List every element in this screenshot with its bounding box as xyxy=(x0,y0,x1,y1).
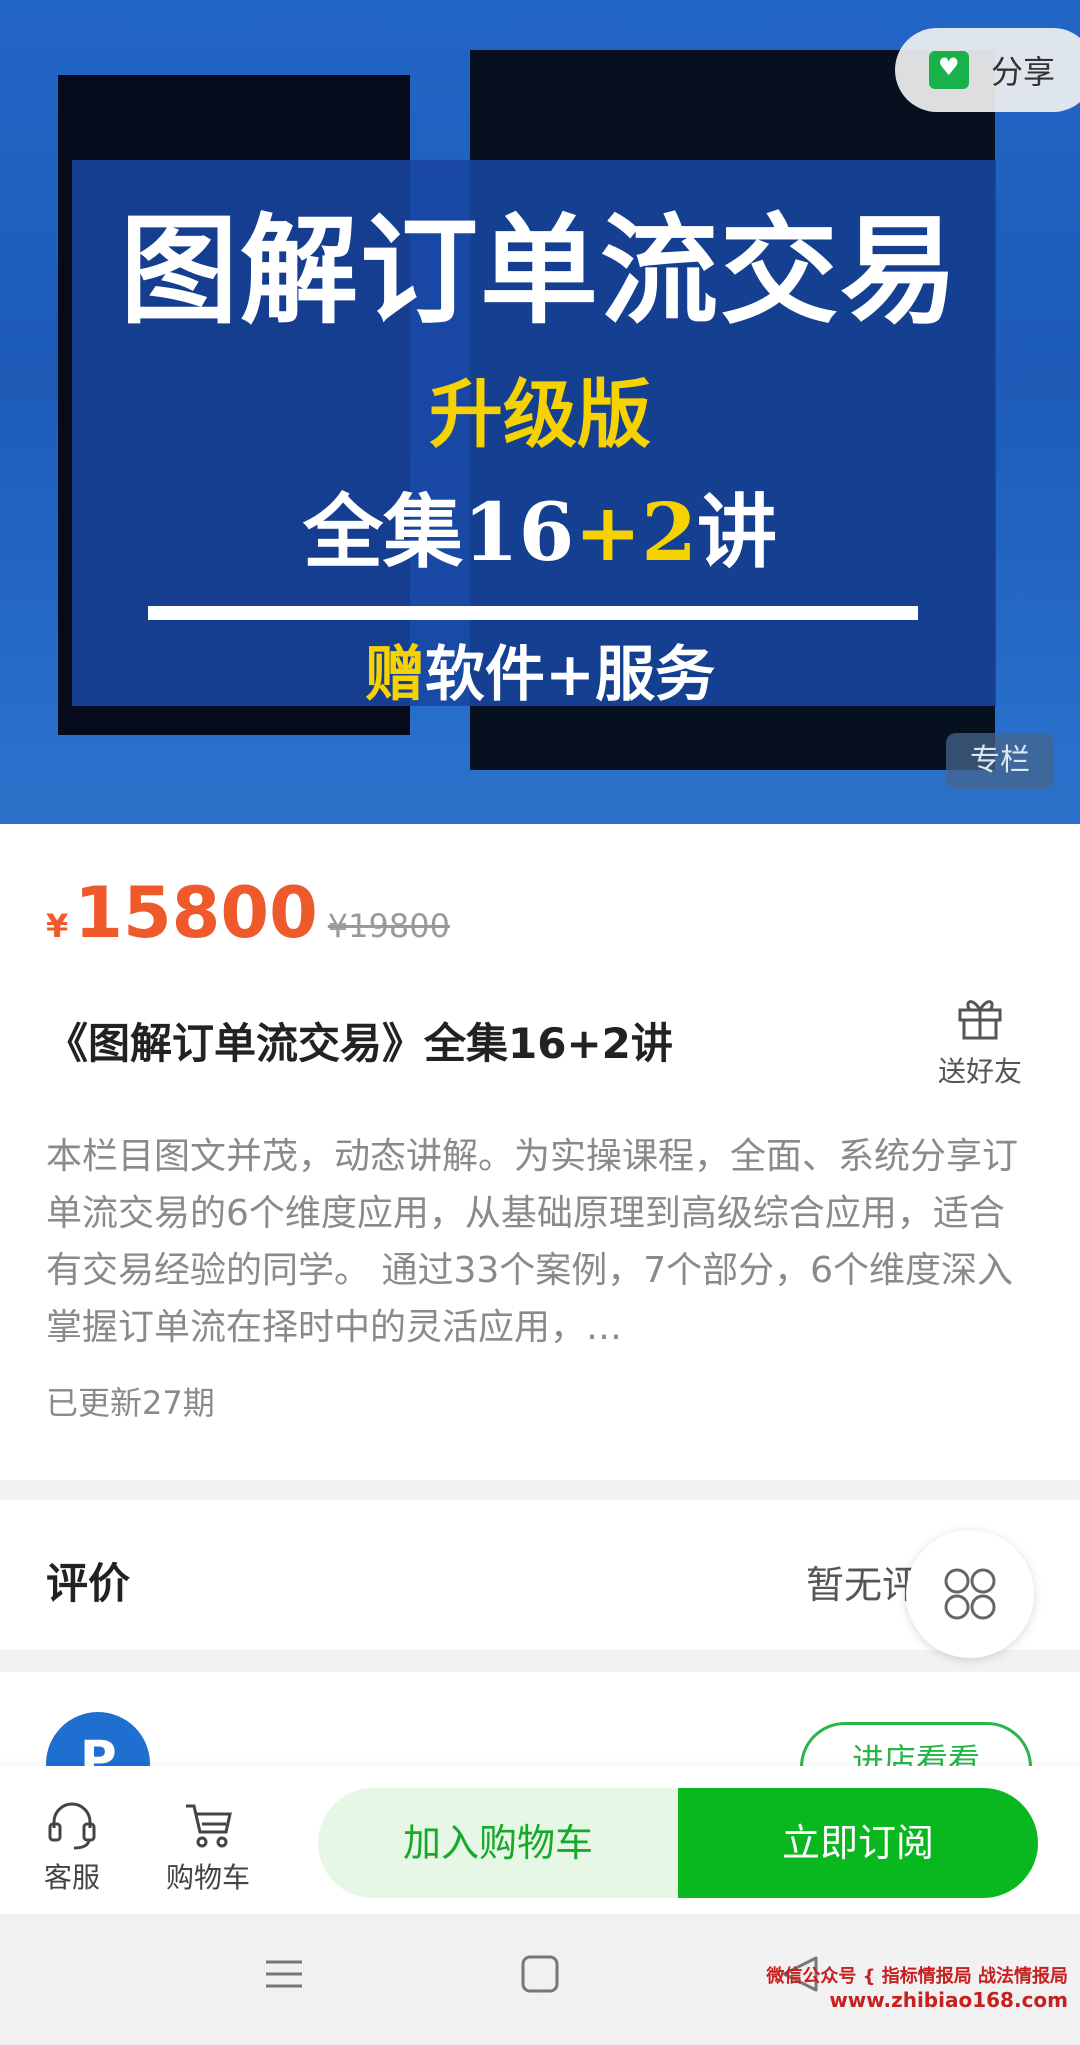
add-to-cart-button[interactable]: 加入购物车 xyxy=(318,1788,678,1898)
current-price: 15800 xyxy=(74,872,318,954)
grid-menu-icon xyxy=(944,1568,996,1620)
banner-episodes-prefix: 全集16 xyxy=(302,485,575,579)
share-label: 分享 xyxy=(991,53,1056,91)
banner-episodes-num: 2 xyxy=(641,485,698,579)
customer-service-label: 客服 xyxy=(43,1861,100,1894)
headset-icon xyxy=(48,1802,96,1850)
share-button[interactable]: 分享 xyxy=(895,28,1080,112)
watermark-line2: www.zhibiao168.com xyxy=(829,1988,1068,2012)
banner-bonus-rest: 软件+服务 xyxy=(424,640,716,710)
banner-title: 图解订单流交易 xyxy=(119,201,960,340)
wechat-heart-icon xyxy=(929,51,969,89)
banner-bottom-strip xyxy=(0,770,1080,824)
banner-episodes: 全集16+2讲 xyxy=(0,468,1080,584)
floating-menu-button[interactable] xyxy=(906,1530,1034,1658)
customer-service-button[interactable]: 客服 xyxy=(22,1796,122,1896)
bottom-action-bar: 客服 购物车 加入购物车 立即订阅 xyxy=(0,1766,1080,1914)
watermark-line1: 微信公众号 { 指标情报局 战法情报局 xyxy=(766,1966,1068,1987)
original-price: ¥19800 xyxy=(327,907,450,945)
banner-subtitle: 升级版 xyxy=(0,355,1080,462)
update-count: 已更新27期 xyxy=(46,1384,215,1422)
column-tag-badge: 专栏 xyxy=(946,733,1054,789)
gift-label: 送好友 xyxy=(937,1055,1022,1088)
course-description: 本栏目图文并茂，动态讲解。为实操课程，全面、系统分享订单流交易的6个维度应用，从… xyxy=(46,1136,1019,1348)
home-nav-icon[interactable] xyxy=(518,1952,562,1996)
banner-bonus-gift: 赠 xyxy=(364,640,425,710)
course-banner: 图解订单流交易 升级版 全集16+2讲 赠软件+服务 xyxy=(0,0,1080,824)
subscribe-now-button[interactable]: 立即订阅 xyxy=(678,1788,1038,1898)
banner-upgrade-text: 升级版 xyxy=(429,372,651,458)
shopping-cart-button[interactable]: 购物车 xyxy=(158,1796,258,1896)
gift-to-friend-button[interactable]: 送好友 xyxy=(930,990,1030,1090)
cart-icon xyxy=(186,1804,232,1848)
shopping-cart-label: 购物车 xyxy=(165,1861,250,1894)
banner-episodes-suffix: 讲 xyxy=(697,485,778,579)
banner-bonus: 赠软件+服务 xyxy=(0,626,1080,713)
page: 图解订单流交易 升级版 全集16+2讲 赠软件+服务 分享 专栏 ¥ 15800… xyxy=(0,0,1080,2045)
banner-divider xyxy=(148,606,918,620)
review-label: 评价 xyxy=(46,1559,131,1608)
banner-episodes-plus: + xyxy=(574,485,642,579)
watermark: 微信公众号 { 指标情报局 战法情报局 www.zhibiao168.com xyxy=(766,1962,1068,2012)
currency-symbol: ¥ xyxy=(46,907,69,945)
review-empty-text: 暂无评 xyxy=(806,1563,921,1607)
menu-nav-icon[interactable] xyxy=(262,1952,306,1996)
course-title: 《图解订单流交易》全集16+2讲 xyxy=(46,1019,673,1068)
price-row: ¥ 15800 ¥19800 xyxy=(46,872,450,954)
gift-icon xyxy=(958,1000,1002,1040)
